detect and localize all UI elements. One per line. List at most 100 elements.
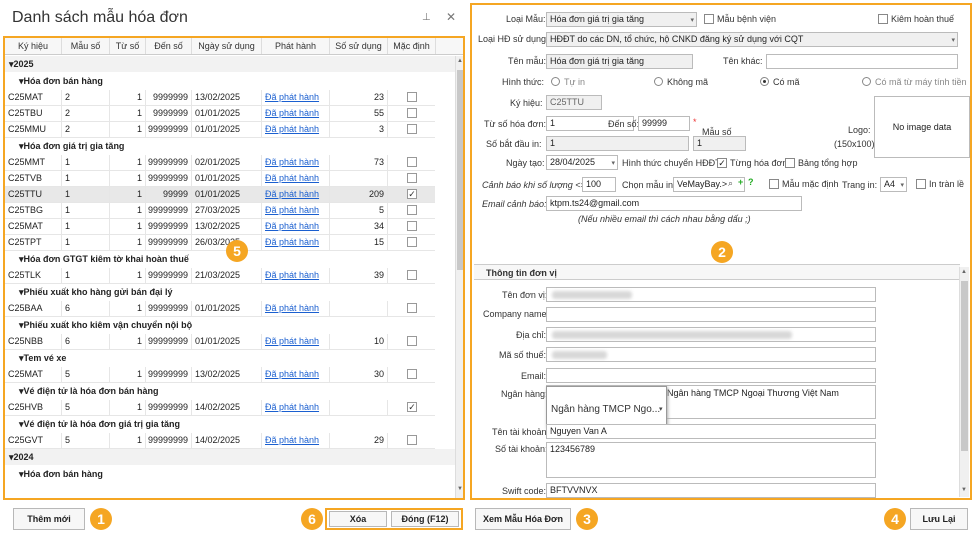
default-checkbox[interactable] — [407, 124, 417, 134]
table-row[interactable]: C25MMT 1 1 99999999 02/01/2025 Đã phát hành 73 — [5, 155, 435, 171]
scrollbar-thumb[interactable] — [457, 70, 463, 270]
col-ky-hieu[interactable]: Ký hiệu — [5, 38, 62, 54]
form-scrollbar-thumb[interactable] — [961, 281, 968, 451]
kiem-hoan-thue-checkbox[interactable] — [878, 14, 888, 24]
radio-co-ma[interactable] — [760, 77, 769, 86]
col-ngay-su-dung[interactable]: Ngày sử dụng — [192, 38, 262, 54]
table-row[interactable]: C25TBU 2 1 9999999 01/01/2025 Đã phát hành 55 — [5, 106, 435, 122]
publish-status-link[interactable]: Đã phát hành — [262, 367, 330, 382]
year-group-row[interactable]: ▾ 2025 — [5, 56, 455, 72]
publish-status-link[interactable]: Đã phát hành — [262, 106, 330, 121]
publish-status-link[interactable]: Đã phát hành — [262, 90, 330, 105]
email-input[interactable] — [546, 368, 876, 383]
publish-status-link[interactable]: Đã phát hành — [262, 334, 330, 349]
trang-in-select[interactable]: A4 ▾ — [880, 177, 907, 192]
publish-status-link[interactable]: Đã phát hành — [262, 187, 330, 202]
table-row[interactable]: C25HVB 5 1 99999999 14/02/2025 Đã phát hành ✓ — [5, 400, 435, 416]
invoice-type-group-row[interactable]: ▾ Phiếu xuất kho kiêm vận chuyển nội bộ — [5, 317, 455, 333]
publish-status-link[interactable]: Đã phát hành — [262, 268, 330, 283]
mau-so-input[interactable]: 1 — [693, 136, 746, 151]
default-checkbox[interactable] — [407, 303, 417, 313]
default-checkbox[interactable] — [407, 157, 417, 167]
col-mau-so[interactable]: Mẫu số — [62, 38, 110, 54]
invoice-type-group-row[interactable]: ▾ Hóa đơn bán hàng — [5, 466, 455, 482]
chon-mau-input[interactable]: VeMayBay.> — [673, 177, 745, 192]
grid-scrollbar[interactable]: ▲ ▼ — [455, 56, 463, 498]
close-icon[interactable]: ✕ — [446, 10, 456, 24]
publish-status-link[interactable]: Đã phát hành — [262, 400, 330, 415]
mau-benh-vien-checkbox[interactable] — [704, 14, 714, 24]
ngan-hang-dropdown-popup[interactable]: Ngân hàng TMCP Ngo... ▾ — [546, 386, 667, 428]
invoice-type-group-row[interactable]: ▾ Hóa đơn giá trị gia tăng — [5, 138, 455, 154]
col-phat-hanh[interactable]: Phát hành — [262, 38, 330, 54]
radio-tu-in[interactable] — [551, 77, 560, 86]
mau-mac-dinh-checkbox[interactable] — [769, 179, 779, 189]
radio-khong-ma[interactable] — [654, 77, 663, 86]
publish-status-link[interactable]: Đã phát hành — [262, 433, 330, 448]
publish-status-link[interactable]: Đã phát hành — [262, 203, 330, 218]
add-icon[interactable]: + — [738, 177, 743, 187]
save-button[interactable]: Lưu Lại — [910, 508, 968, 530]
table-row[interactable]: C25TTU 1 1 99999 01/01/2025 Đã phát hành 209 ✓ — [5, 187, 435, 203]
ten-mau-input[interactable]: Hóa đơn giá trị gia tăng — [546, 54, 693, 69]
swift-code-input[interactable]: BFTVVNVX — [546, 483, 876, 498]
radio-co-ma-may-tinh-tien[interactable] — [862, 77, 871, 86]
table-row[interactable]: C25TPT 1 1 99999999 26/03/2025 Đã phát hành 15 — [5, 235, 435, 251]
bang-tong-hop-checkbox[interactable] — [785, 158, 795, 168]
col-so-su-dung[interactable]: Số sử dụng — [330, 38, 388, 54]
dia-chi-input[interactable] — [546, 327, 876, 342]
default-checkbox[interactable]: ✓ — [407, 189, 417, 199]
close-button[interactable]: Đóng (F12) — [391, 511, 459, 527]
den-so-input[interactable]: 99999 — [638, 116, 690, 131]
email-canh-bao-input[interactable]: ktpm.ts24@gmail.com — [546, 196, 802, 211]
loai-hd-select[interactable]: HĐĐT do các DN, tổ chức, hộ CNKD đăng ký… — [546, 32, 958, 47]
default-checkbox[interactable] — [407, 369, 417, 379]
table-row[interactable]: C25MAT 5 1 99999999 13/02/2025 Đã phát hành 30 — [5, 367, 435, 383]
table-row[interactable]: C25NBB 6 1 99999999 01/01/2025 Đã phát hành 10 — [5, 334, 435, 350]
publish-status-link[interactable]: Đã phát hành — [262, 122, 330, 137]
default-checkbox[interactable] — [407, 237, 417, 247]
ten-don-vi-input[interactable] — [546, 287, 876, 302]
table-row[interactable]: C25MAT 2 1 9999999 13/02/2025 Đã phát hành 23 — [5, 90, 435, 106]
invoice-type-group-row[interactable]: ▾ Vé điện tử là hóa đơn giá trị gia tăng — [5, 416, 455, 432]
table-row[interactable]: C25MAT 1 1 99999999 13/02/2025 Đã phát hành 34 — [5, 219, 435, 235]
in-tran-le-checkbox[interactable] — [916, 179, 926, 189]
invoice-type-group-row[interactable]: ▾ Phiếu xuất kho hàng gửi bán đại lý — [5, 284, 455, 300]
logo-picture-box[interactable]: No image data — [874, 96, 970, 158]
publish-status-link[interactable]: Đã phát hành — [262, 155, 330, 170]
table-row[interactable]: C25TLK 1 1 99999999 21/03/2025 Đã phát hành 39 — [5, 268, 435, 284]
publish-status-link[interactable]: Đã phát hành — [262, 235, 330, 250]
year-group-row[interactable]: ▾ 2024 — [5, 449, 455, 465]
delete-button[interactable]: Xóa — [329, 511, 387, 527]
form-scrollbar[interactable]: ▲ ▼ — [959, 267, 969, 497]
loai-mau-select[interactable]: Hóa đơn giá trị gia tăng ▾ — [546, 12, 697, 27]
default-checkbox[interactable]: ✓ — [407, 402, 417, 412]
default-checkbox[interactable] — [407, 205, 417, 215]
help-icon[interactable]: ? — [748, 177, 754, 187]
default-checkbox[interactable] — [407, 435, 417, 445]
default-checkbox[interactable] — [407, 270, 417, 280]
search-icon[interactable]: ⌕ — [728, 178, 733, 189]
so-tai-khoan-textarea[interactable]: 123456789 — [546, 442, 876, 478]
table-row[interactable]: C25MMU 2 1 99999999 01/01/2025 Đã phát hành 3 — [5, 122, 435, 138]
publish-status-link[interactable]: Đã phát hành — [262, 301, 330, 316]
pin-icon[interactable]: ⊥ — [422, 12, 431, 23]
canh-bao-input[interactable]: 100 — [582, 177, 616, 192]
col-mac-dinh[interactable]: Mặc định — [388, 38, 436, 54]
company-name-input[interactable] — [546, 307, 876, 322]
ma-so-thue-input[interactable] — [546, 347, 876, 362]
ten-khac-input[interactable] — [766, 54, 958, 69]
table-row[interactable]: C25TVB 1 1 99999999 01/01/2025 Đã phát hành — [5, 171, 435, 187]
tung-hoa-don-checkbox[interactable]: ✓ — [717, 158, 727, 168]
ten-tai-khoan-input[interactable]: Nguyen Van A — [546, 424, 876, 439]
publish-status-link[interactable]: Đã phát hành — [262, 171, 330, 186]
so-bat-dau-input[interactable]: 1 — [546, 136, 689, 151]
col-tu-so[interactable]: Từ số — [110, 38, 146, 54]
default-checkbox[interactable] — [407, 108, 417, 118]
publish-status-link[interactable]: Đã phát hành — [262, 219, 330, 234]
table-row[interactable]: C25GVT 5 1 99999999 14/02/2025 Đã phát hành 29 — [5, 433, 435, 449]
add-new-button[interactable]: Thêm mới — [13, 508, 85, 530]
invoice-type-group-row[interactable]: ▾ Vé điện tử là hóa đơn bán hàng — [5, 383, 455, 399]
table-row[interactable]: C25TBG 1 1 99999999 27/03/2025 Đã phát hành 5 — [5, 203, 435, 219]
default-checkbox[interactable] — [407, 221, 417, 231]
